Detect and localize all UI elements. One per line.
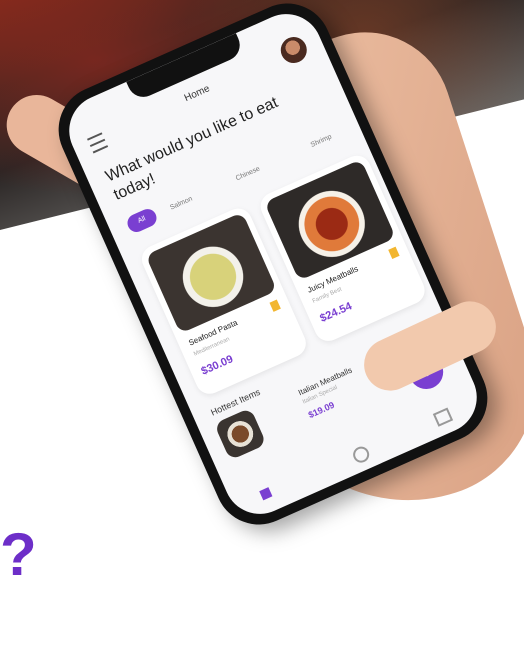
tab-chinese[interactable]: Chinese	[235, 165, 261, 182]
tab-shrimp[interactable]: Shrimp	[310, 134, 333, 149]
italian-meatballs-image	[213, 407, 267, 461]
favorites-icon[interactable]	[350, 444, 372, 466]
hot-item-price: $19.09	[306, 399, 336, 421]
juicy-meatballs-image	[264, 159, 396, 281]
seafood-pasta-image	[145, 212, 278, 334]
dish-price: $24.54	[318, 300, 354, 325]
tab-all[interactable]: All	[124, 206, 160, 235]
bookmark-icon[interactable]	[269, 299, 281, 312]
brand-glyph: ?	[0, 521, 37, 588]
tab-salmon[interactable]: Salmon	[169, 196, 194, 212]
bookmark-icon[interactable]	[388, 246, 400, 260]
dish-price: $30.09	[199, 353, 236, 378]
avatar[interactable]	[276, 32, 311, 68]
cart-icon[interactable]	[432, 407, 454, 427]
home-icon[interactable]	[259, 487, 273, 501]
